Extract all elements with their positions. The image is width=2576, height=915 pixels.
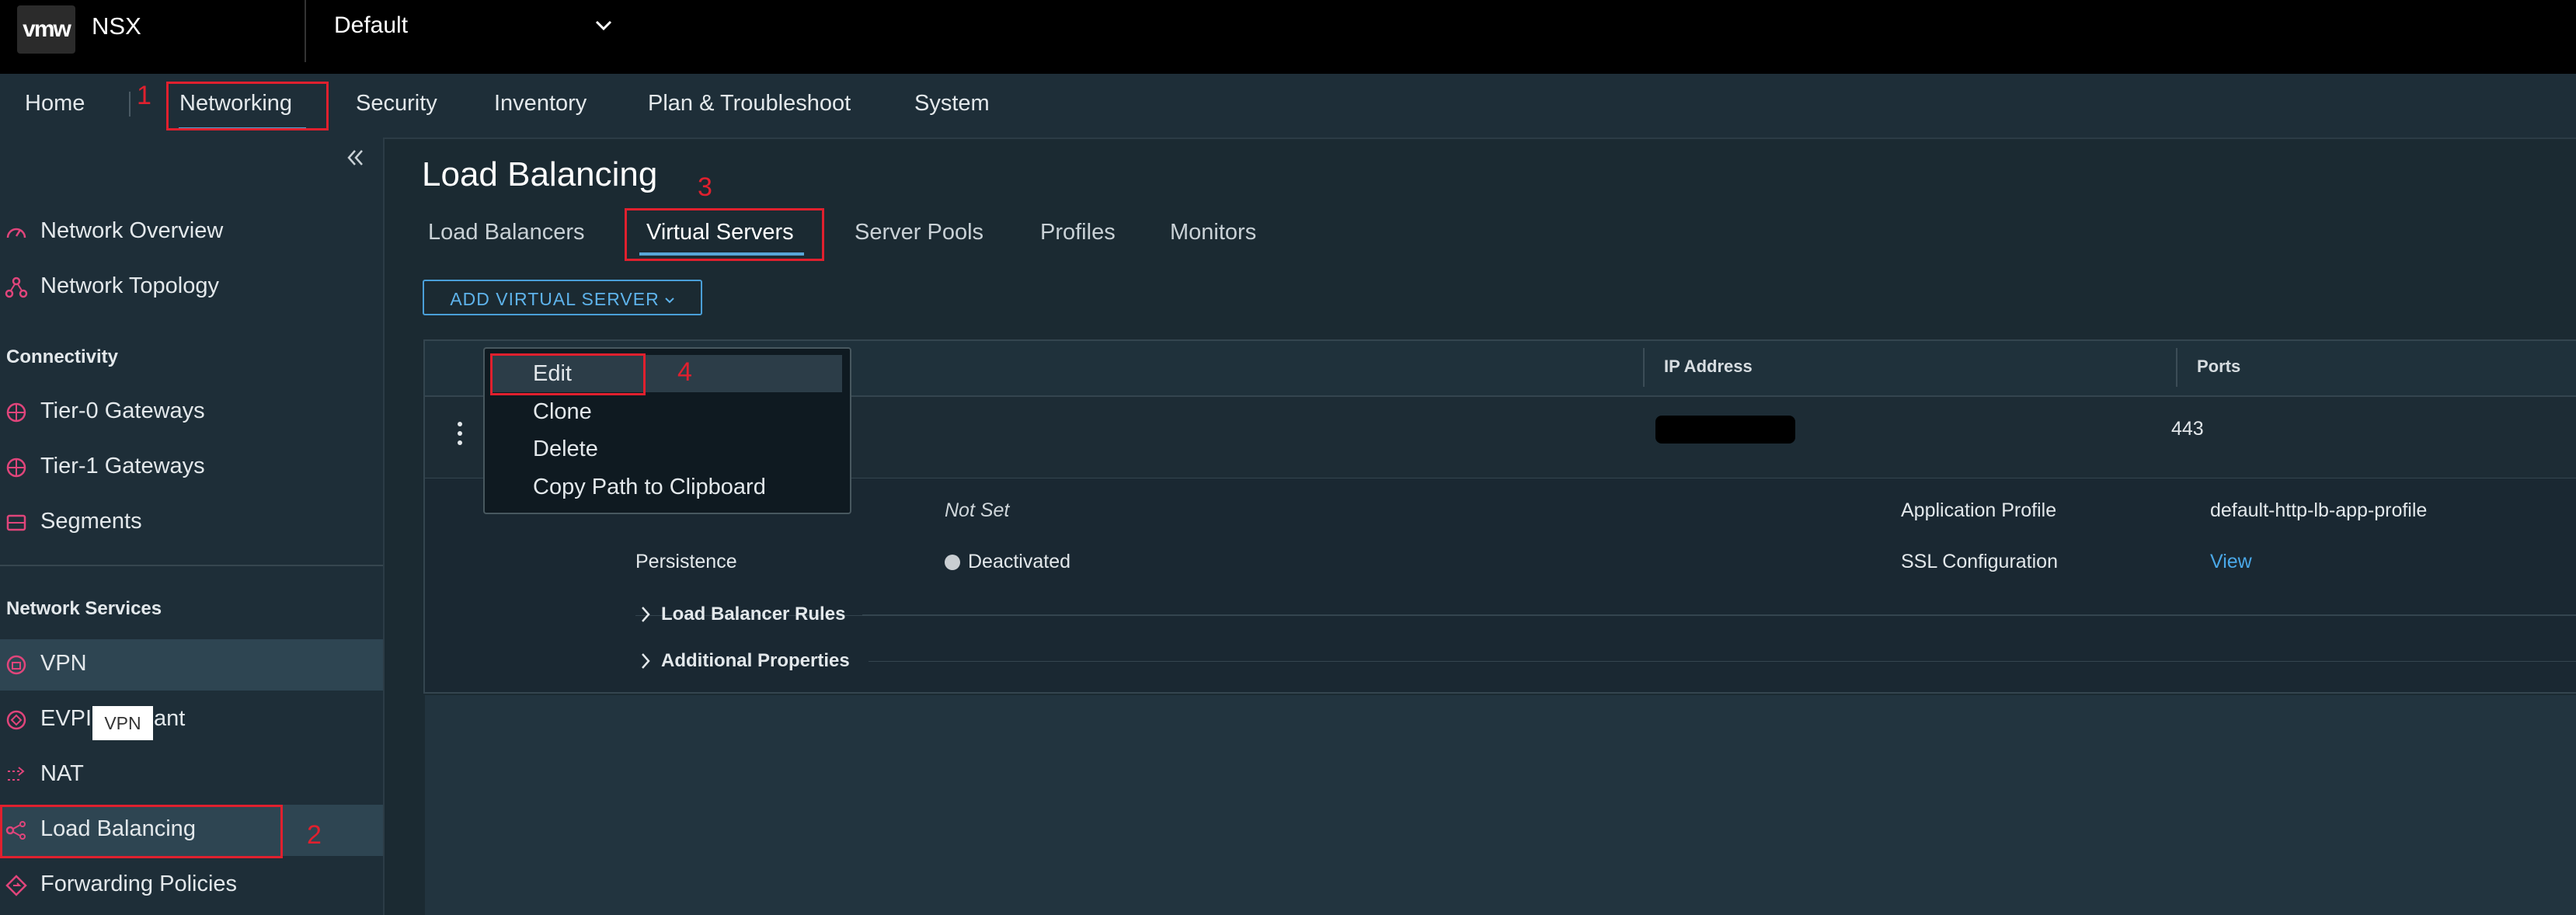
sidebar-item-label: EVPI bbox=[40, 706, 92, 731]
collapse-sidebar-icon[interactable] bbox=[343, 146, 367, 169]
nat-icon bbox=[8, 767, 25, 781]
divider bbox=[635, 615, 2576, 616]
persistence-value: Deactivated bbox=[968, 551, 1071, 572]
sidebar-item-tier0-gateways[interactable]: Tier-0 Gateways bbox=[0, 387, 383, 438]
sidebar-item-tier1-gateways[interactable]: Tier-1 Gateways bbox=[0, 442, 383, 493]
application-profile-label: Application Profile bbox=[1901, 499, 2057, 521]
topology-icon bbox=[5, 277, 28, 298]
sidebar-item-label: Segments bbox=[40, 509, 142, 534]
annotation-box bbox=[166, 82, 329, 130]
sidebar-item-label: Network Overview bbox=[40, 218, 224, 243]
nav-plan-troubleshoot[interactable]: Plan & Troubleshoot bbox=[648, 91, 851, 117]
divider bbox=[862, 614, 2576, 615]
add-virtual-server-button[interactable]: ADD VIRTUAL SERVER bbox=[423, 280, 702, 315]
divider bbox=[305, 0, 306, 62]
sidebar-item-evpn-tenant[interactable]: EVPI ant bbox=[0, 694, 383, 746]
nav-separator bbox=[129, 92, 131, 117]
ssl-configuration-label: SSL Configuration bbox=[1901, 551, 2058, 572]
ports-value: 443 bbox=[2171, 418, 2204, 440]
nav-system[interactable]: System bbox=[914, 91, 990, 117]
annotation-number: 1 bbox=[137, 81, 151, 110]
menu-item-clone[interactable]: Clone bbox=[533, 399, 592, 425]
tab-server-pools[interactable]: Server Pools bbox=[855, 220, 983, 245]
additional-properties-expander[interactable]: Additional Properties bbox=[661, 650, 850, 672]
sidebar-item-label: Forwarding Policies bbox=[40, 872, 238, 896]
ssl-view-link[interactable]: View bbox=[2210, 551, 2252, 573]
sidebar-item-network-topology[interactable]: Network Topology bbox=[0, 262, 383, 313]
sidebar-item-segments[interactable]: Segments bbox=[0, 497, 383, 548]
column-header-ip-address[interactable]: IP Address bbox=[1664, 357, 1753, 377]
sidebar-divider bbox=[0, 565, 383, 566]
add-virtual-server-label: ADD VIRTUAL SERVER bbox=[450, 289, 660, 309]
persistence-label: Persistence bbox=[635, 551, 737, 572]
vmware-logo: vmw bbox=[17, 5, 75, 54]
page-title: Load Balancing bbox=[422, 155, 658, 193]
app-name: NSX bbox=[92, 12, 141, 40]
annotation-number: 4 bbox=[677, 357, 692, 387]
menu-item-delete[interactable]: Delete bbox=[533, 437, 598, 462]
context-selector[interactable]: Default bbox=[334, 12, 408, 39]
annotation-box bbox=[625, 208, 824, 261]
divider bbox=[869, 661, 2576, 662]
sidebar-section-connectivity: Connectivity bbox=[6, 346, 119, 367]
chevron-down-icon[interactable] bbox=[592, 14, 615, 37]
sidebar-item-label: Tier-0 Gateways bbox=[40, 398, 205, 423]
sidebar-item-nat[interactable]: NAT bbox=[0, 750, 383, 801]
menu-item-copy-path[interactable]: Copy Path to Clipboard bbox=[533, 475, 766, 500]
annotation-box bbox=[0, 805, 283, 858]
ip-address-redacted bbox=[1655, 416, 1795, 444]
gauge-icon bbox=[6, 228, 26, 238]
grid-empty-area bbox=[425, 695, 2576, 915]
status-dot-icon bbox=[945, 555, 960, 570]
annotation-number: 3 bbox=[698, 172, 712, 202]
column-header-ports[interactable]: Ports bbox=[2197, 357, 2240, 377]
not-set-value: Not Set bbox=[945, 499, 1010, 521]
forwarding-icon bbox=[5, 875, 27, 896]
sidebar-item-label: Network Topology bbox=[40, 273, 219, 298]
tab-profiles[interactable]: Profiles bbox=[1040, 220, 1116, 245]
tooltip: VPN bbox=[92, 706, 153, 740]
annotation-number: 2 bbox=[307, 820, 322, 850]
load-balancer-rules-expander[interactable]: Load Balancer Rules bbox=[661, 604, 845, 625]
chevron-right-icon[interactable] bbox=[639, 604, 653, 624]
application-profile-value: default-http-lb-app-profile bbox=[2210, 499, 2428, 521]
sidebar-item-label: NAT bbox=[40, 761, 84, 786]
vpn-icon bbox=[6, 655, 26, 675]
nav-inventory[interactable]: Inventory bbox=[494, 91, 587, 117]
column-separator bbox=[1643, 348, 1645, 387]
sidebar-item-label: ant bbox=[154, 706, 186, 731]
tab-load-balancers[interactable]: Load Balancers bbox=[428, 220, 585, 245]
sidebar-section-network-services: Network Services bbox=[6, 598, 162, 619]
column-separator bbox=[2176, 348, 2177, 387]
sidebar-item-network-overview[interactable]: Network Overview bbox=[0, 207, 383, 258]
sidebar-item-forwarding-policies[interactable]: Forwarding Policies bbox=[0, 860, 383, 911]
sidebar-item-label: VPN bbox=[40, 651, 87, 676]
evpn-icon bbox=[6, 710, 26, 730]
gateway-icon bbox=[6, 457, 26, 478]
annotation-box bbox=[490, 353, 646, 395]
segments-icon bbox=[6, 514, 26, 531]
tab-monitors[interactable]: Monitors bbox=[1170, 220, 1256, 245]
row-actions-icon[interactable] bbox=[451, 418, 469, 449]
sidebar-item-label: Tier-1 Gateways bbox=[40, 454, 205, 478]
chevron-down-icon bbox=[664, 297, 674, 304]
sidebar-item-vpn[interactable]: VPN bbox=[0, 639, 383, 691]
nav-home[interactable]: Home bbox=[25, 91, 85, 117]
chevron-right-icon[interactable] bbox=[639, 651, 653, 671]
gateway-icon bbox=[6, 402, 26, 423]
nav-security[interactable]: Security bbox=[356, 91, 437, 117]
